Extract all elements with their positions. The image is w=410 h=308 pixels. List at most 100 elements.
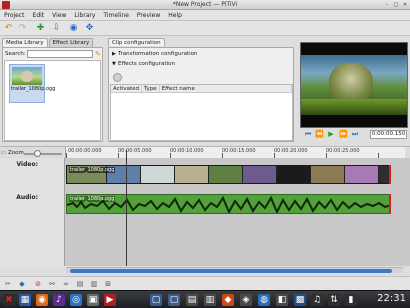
export-icon[interactable]: ◉	[68, 23, 79, 34]
render-icon[interactable]: ⇩	[51, 23, 62, 34]
clip-thumbnail	[311, 166, 345, 183]
menu-bar: Project Edit View Library Timeline Previ…	[0, 10, 410, 21]
clip-thumbnail	[175, 166, 209, 183]
goto-end-icon[interactable]: ⏭	[351, 130, 359, 138]
delete-icon[interactable]: ⊘	[34, 280, 42, 288]
media-item[interactable]: trailer_1080p.ogg	[9, 64, 56, 103]
minimize-icon[interactable]: –	[384, 2, 390, 8]
menu-library[interactable]: Library	[70, 10, 99, 20]
split-icon[interactable]: ✂	[4, 280, 12, 288]
zoom-label: Zoom	[8, 150, 24, 156]
transformation-label: Transformation configuration	[118, 51, 198, 57]
redo-icon[interactable]: ↷	[17, 23, 28, 34]
pitivi-taskbar-icon[interactable]: ▶	[104, 294, 116, 306]
workspace-icon[interactable]: ▢	[150, 294, 162, 306]
app-icon[interactable]: ◍	[258, 294, 270, 306]
unlink-icon[interactable]: ⚯	[48, 280, 56, 288]
video-clip-title: trailer_1080p.ogg	[69, 167, 116, 173]
remove-effect-icon[interactable]	[113, 73, 122, 82]
effects-expander[interactable]: ▼ Effects configuration	[112, 61, 175, 67]
battery-icon[interactable]: ▮	[345, 294, 357, 306]
menu-project[interactable]: Project	[0, 10, 29, 20]
fullscreen-icon[interactable]: ✥	[84, 23, 95, 34]
menu-view[interactable]: View	[48, 10, 70, 20]
clip-end-marker	[389, 165, 391, 184]
keyframe-icon[interactable]: ◆	[18, 280, 26, 288]
tab-media-library[interactable]: Media Library	[2, 38, 48, 47]
timecode-field[interactable]: 0:00:00.150	[370, 130, 407, 139]
start-menu-icon[interactable]: ✖	[3, 294, 15, 306]
menu-help[interactable]: Help	[164, 10, 186, 20]
tray-icon[interactable]: ▩	[294, 294, 306, 306]
playhead[interactable]	[126, 150, 127, 266]
undo-icon[interactable]: ↶	[3, 23, 14, 34]
scrollbar-thumb[interactable]	[70, 269, 392, 273]
ruler-label: 00:00:25.000	[326, 148, 360, 154]
col-type[interactable]: Type	[142, 85, 160, 92]
audio-waveform	[67, 195, 389, 213]
clock[interactable]: 22:31	[377, 293, 406, 304]
time-ruler[interactable]: 00:00:00.000 00:00:05.000 00:00:10.000 0…	[65, 147, 405, 158]
video-frame	[301, 55, 407, 115]
clear-search-icon[interactable]: ✎	[95, 50, 101, 58]
volume-icon[interactable]: ♫	[311, 294, 323, 306]
media-thumbnail	[12, 67, 42, 85]
audio-clip[interactable]: trailer_1080p.ogg	[66, 194, 390, 214]
maximize-icon[interactable]: □	[393, 2, 399, 8]
ruler-label: 00:00:10.000	[170, 148, 204, 154]
search-label: Search:	[5, 51, 26, 57]
goto-start-icon[interactable]: ⏮	[304, 130, 312, 138]
menu-edit[interactable]: Edit	[29, 10, 49, 20]
link-icon[interactable]: ∞	[62, 280, 70, 288]
app-icon[interactable]: ◈	[240, 294, 252, 306]
tab-effect-library[interactable]: Effect Library	[48, 38, 94, 47]
zoom-slider[interactable]	[24, 150, 62, 157]
group-icon[interactable]: ▤	[76, 280, 84, 288]
forward-icon[interactable]: ⏩	[339, 130, 348, 138]
clip-thumbnail	[345, 166, 379, 183]
align-icon[interactable]: ⊞	[104, 280, 112, 288]
timeline-scrollbar[interactable]	[66, 267, 403, 273]
main-toolbar: ↶ ↷ ✚ ⇩ ◉ ✥	[0, 21, 410, 36]
clip-thumbnail	[209, 166, 243, 183]
browser-icon[interactable]: ◎	[70, 294, 82, 306]
import-clips-icon[interactable]: ✚	[35, 23, 46, 34]
firefox-icon[interactable]: ◉	[36, 294, 48, 306]
rewind-icon[interactable]: ⏪	[315, 130, 324, 138]
close-icon[interactable]: ✕	[402, 2, 408, 8]
window-icon[interactable]: ▥	[204, 294, 216, 306]
transformation-expander[interactable]: ▶ Transformation configuration	[112, 51, 198, 57]
ungroup-icon[interactable]: ▥	[90, 280, 98, 288]
col-activated[interactable]: Activated	[111, 85, 143, 92]
window-icon[interactable]: ▤	[186, 294, 198, 306]
terminal-icon[interactable]: ▣	[87, 294, 99, 306]
menu-preview[interactable]: Preview	[133, 10, 164, 20]
search-input[interactable]	[27, 50, 93, 58]
app-icon[interactable]: ◆	[222, 294, 234, 306]
ruler-label: 00:00:20.000	[274, 148, 308, 154]
timeline-header: ▭ Zoom 00:00:00.000 00:00:05.000 00:00:1…	[0, 146, 410, 158]
music-icon[interactable]: ♪	[53, 294, 65, 306]
network-icon[interactable]: ⇅	[328, 294, 340, 306]
menu-timeline[interactable]: Timeline	[99, 10, 133, 20]
video-clip[interactable]: trailer_1080p.ogg	[66, 165, 390, 184]
zoom-out-icon[interactable]: ▭	[1, 150, 6, 156]
window-title: *New Project — PiTiVi	[172, 1, 238, 8]
ground-image	[301, 99, 407, 115]
clip-config-panel: Clip configuration ▶ Transformation confi…	[108, 38, 294, 142]
ruler-label: 00:00:15.000	[222, 148, 256, 154]
col-effect-name[interactable]: Effect name	[160, 85, 292, 92]
file-manager-icon[interactable]: ▦	[19, 294, 31, 306]
media-item-name: trailer_1080p.ogg	[11, 86, 56, 92]
workspace-icon[interactable]: ▢	[168, 294, 180, 306]
video-track-label: Video:	[16, 161, 38, 168]
viewer	[300, 42, 408, 128]
taskbar: ✖ ▦ ◉ ♪ ◎ ▣ ▶ ▢ ▢ ▤ ▥ ◆ ◈ ◍ ◧ ▩ ♫ ⇅ ▮ 22…	[0, 290, 410, 308]
play-icon[interactable]: ▶	[327, 130, 335, 138]
app-icon[interactable]: ◧	[276, 294, 288, 306]
zoom-slider-knob[interactable]	[34, 150, 41, 157]
ruler-label: 00:00:00.000	[68, 148, 102, 154]
track-labels: Video: Audio:	[0, 158, 65, 266]
tree-image	[329, 63, 373, 103]
tab-clip-configuration[interactable]: Clip configuration	[108, 38, 165, 46]
